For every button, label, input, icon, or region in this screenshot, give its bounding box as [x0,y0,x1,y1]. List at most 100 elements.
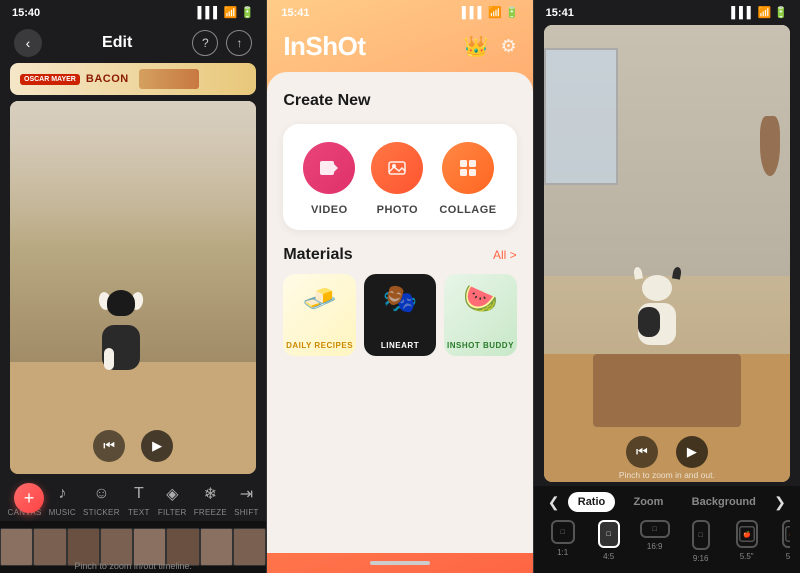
edit-title: Edit [102,34,132,52]
add-button[interactable]: + [14,483,44,513]
music-label: MUSIC [49,508,76,517]
material-lineart[interactable]: 🎭 LINEART [364,274,436,356]
tab-zoom[interactable]: Zoom [623,492,673,512]
dog-head [107,290,135,316]
music-icon: ♪ [50,482,74,506]
ratio-4-5[interactable]: □ 4:5 [590,520,628,563]
ratio-1-1[interactable]: □ 1:1 [544,520,582,563]
shift-label: SHIFT [234,508,259,517]
collage-icon [442,142,494,194]
collage-label: COLLAGE [439,204,496,216]
ratio-16-9[interactable]: □ 16:9 [636,520,674,563]
ratio-label-5-5: 5.5" [740,552,754,561]
panel-video: 15:41 ▌▌▌ 📶 🔋 ⏮ ▶ Pinch to zoo [534,0,800,573]
gear-icon[interactable]: ⚙ [501,36,517,57]
ratio-label-4-5: 4:5 [603,552,614,561]
time-3: 15:41 [546,7,574,19]
status-icons-2: ▌▌▌ 📶 🔋 [462,6,519,19]
wifi-icon-3: 📶 [758,6,772,19]
share-button[interactable]: ↑ [226,30,252,56]
guitar [760,116,780,176]
dog-silhouette [91,290,151,370]
toolbar-filter[interactable]: ◈ FILTER [158,482,187,517]
sticker-icon: ☺ [89,482,113,506]
back-button[interactable]: ‹ [14,29,42,57]
checkmark-icon[interactable]: ❮ [548,494,560,511]
inshot-logo: InShOt [283,31,365,62]
ratio-box-1-1: □ [551,520,575,544]
wifi-icon-2: 📶 [488,6,502,19]
home-indicator [267,553,532,573]
buddy-label: INSHOT BUDDY [444,341,516,350]
ad-banner[interactable]: OSCAR MAYER BACON [10,63,256,95]
ratio-5-5[interactable]: 🍎 5.5" [728,520,766,563]
panel-home: 15:41 ▌▌▌ 📶 🔋 InShOt 👑 ⚙ Create New [267,0,532,573]
video-toolbar: ❮ Ratio Zoom Background ❯ □ 1:1 □ 4:5 [534,486,800,573]
cat-jump [630,275,685,345]
ratio-9-16[interactable]: □ 9:16 [682,520,720,563]
ratio-5-8[interactable]: 🍎 5.8" [774,520,790,563]
signal-icon-1: ▌▌▌ [198,7,221,19]
rewind-button-2[interactable]: ⏮ [626,436,658,468]
ratio-box-4-5: □ [598,520,620,548]
tab-background[interactable]: Background [682,492,766,512]
all-link[interactable]: All > [493,248,517,262]
cat-head [642,275,672,301]
tab-ratio[interactable]: Ratio [568,492,616,512]
crown-icon[interactable]: 👑 [464,34,489,59]
status-bar-3: 15:41 ▌▌▌ 📶 🔋 [534,0,800,25]
buddy-art: 🍉 [444,282,516,315]
video-preview-1: ⏮ ▶ [10,101,256,474]
help-button[interactable]: ? [192,30,218,56]
create-video[interactable]: VIDEO [303,142,355,216]
cat-body-dark [638,307,660,337]
ad-image [139,69,199,89]
toolbar-text[interactable]: T TEXT [127,482,151,517]
rewind-button-1[interactable]: ⏮ [93,430,125,462]
toolbar-music[interactable]: ♪ MUSIC [49,482,76,517]
status-bar-2: 15:41 ▌▌▌ 📶 🔋 [267,0,532,25]
top-bar-icons: ? ↑ [192,30,252,56]
play-button-1[interactable]: ▶ [141,430,173,462]
lineart-label: LINEART [364,341,436,350]
create-photo[interactable]: PHOTO [371,142,423,216]
cat-ear-right [672,266,682,279]
text-icon: T [127,482,151,506]
battery-icon-1: 🔋 [241,6,255,19]
panel-edit: 15:40 ▌▌▌ 📶 🔋 ‹ Edit ? ↑ OSCAR MAYER BAC… [0,0,266,573]
timeline-1[interactable]: Pinch to zoom in/out timeline. [0,521,266,573]
svg-text:🍎: 🍎 [789,531,790,539]
scene-background [10,101,256,250]
freeze-label: FREEZE [194,508,227,517]
materials-grid: 🧈 DAILY RECIPES 🎭 LINEART 🍉 INSHOT BUDDY [283,274,516,356]
home-main: Create New VIDEO [267,72,532,553]
recipes-label: DAILY RECIPES [283,341,355,350]
material-recipes[interactable]: 🧈 DAILY RECIPES [283,274,355,356]
create-new-card: VIDEO PHOTO [283,124,516,230]
home-header-icons: 👑 ⚙ [464,34,517,59]
play-controls-2: ⏮ ▶ [626,436,708,468]
material-buddy[interactable]: 🍉 INSHOT BUDDY [444,274,516,356]
ratio-label-9-16: 9:16 [693,554,709,563]
play-button-2[interactable]: ▶ [676,436,708,468]
recipes-art: 🧈 [283,282,355,315]
chevron-down-icon[interactable]: ❯ [774,494,786,511]
home-header: InShOt 👑 ⚙ [267,25,532,72]
home-bar [370,561,430,565]
toolbar-freeze[interactable]: ❄ FREEZE [194,482,227,517]
materials-header: Materials All > [283,246,516,264]
photo-label: PHOTO [377,204,418,216]
svg-text:🍎: 🍎 [743,531,751,539]
create-new-label: Create New [283,92,516,110]
ratio-tabs: ❮ Ratio Zoom Background ❯ [544,492,790,512]
toolbar-shift[interactable]: ⇥ SHIFT [234,482,259,517]
pinch-hint: Pinch to zoom in and out. [544,470,790,480]
battery-icon-3: 🔋 [774,6,788,19]
toolbar-sticker[interactable]: ☺ STICKER [83,482,120,517]
cat-jump-scene [544,25,790,482]
video-label: VIDEO [311,204,348,216]
create-collage[interactable]: COLLAGE [439,142,496,216]
photo-icon [371,142,423,194]
materials-label: Materials [283,246,352,264]
lineart-art: 🎭 [364,282,436,315]
